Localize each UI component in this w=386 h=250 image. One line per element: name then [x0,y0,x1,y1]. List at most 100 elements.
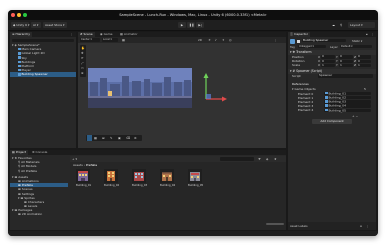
pivot-mode-label: Center [81,38,90,42]
scene-viewport[interactable]: ✋ ✥ ⟳ ⤢ ▭ ⊕ ▦ ⊞ ✎ ▣ ⌫ ⚙ [78,43,286,148]
overlay-select-icon[interactable] [87,135,92,141]
play-button[interactable]: ▶ [178,22,186,28]
scene-tools-strip: ✋ ✥ ⟳ ⤢ ▭ ⊕ [80,45,86,77]
layout-dropdown[interactable]: Layout ▾ [348,22,375,28]
add-asset-button[interactable]: + ▾ [72,157,77,161]
view-2d-label: 2D [198,38,202,42]
play-icon: ▶ [180,23,184,27]
scene-menu-icon[interactable]: ⋮ [274,38,277,42]
building-thumbnail-icon [104,169,118,183]
tab-hierarchy[interactable]: ≡ Hierarchy [10,32,32,37]
add-element-button[interactable]: + − [352,114,358,118]
account-button[interactable]: ◆ Unity 6 ▾ [11,22,30,28]
scale-z-field[interactable]: 1 [357,63,371,68]
inspector-icon: ⓘ [290,32,294,36]
gameobject-icon [18,52,21,55]
thumbnail-size-slider[interactable] [266,223,284,225]
folder-icon: ▬ [14,208,18,213]
asset-tile[interactable]: Building_04 [160,169,175,187]
pause-button[interactable]: ❚❚ [187,22,195,28]
add-component-button[interactable]: Add Component [312,119,352,124]
layer-dropdown[interactable]: Default ▾ [340,44,372,48]
overlay-grid-icon[interactable]: ▦ [94,136,97,140]
overlay-snap-icon[interactable]: ⊞ [102,136,105,140]
transform-component-header[interactable]: ▾ ✥ Transform [288,50,376,55]
favorite-icon[interactable]: ★ [274,157,277,161]
game-objects-foldout[interactable]: ▾ Game Objects 5 [292,87,372,91]
inspector-lock-icon[interactable]: 🔒︎ [366,32,368,37]
asset-tile[interactable]: Building_05 [188,169,203,187]
folder-tab-icon: ▤ [12,150,15,154]
view-2d-toggle[interactable]: 2D [198,38,206,42]
ai-menu-button[interactable]: AI ▾ [31,22,41,28]
tab-label: Game [103,32,113,36]
layer-label: Layer [330,44,338,49]
overlay-fill-icon[interactable]: ▣ [118,136,121,140]
folder-icon: ▬ [14,174,18,179]
static-label: Static [352,39,360,43]
layer-value: Default [341,44,351,48]
pivot-mode-dropdown[interactable]: Center ▾ [80,38,100,42]
tree-item-label: All Prefabs [21,168,37,173]
tab-label: Animator [123,32,138,36]
scale-y-field[interactable]: 1 [339,63,353,68]
hand-tool-icon[interactable]: ✋ [81,46,85,50]
overlay-eraser-icon[interactable]: ⌫ [126,136,130,140]
effects-icon[interactable]: ✦ [222,38,225,42]
scale-tool-icon[interactable]: ⤢ [81,61,83,65]
scene-game-preview [88,68,192,108]
overlay-brush-icon[interactable]: ✎ [110,136,113,140]
breadcrumb-assets[interactable]: Assets [73,163,83,167]
rect-tool-icon[interactable]: ▭ [81,66,84,70]
tab-console[interactable]: ≣ Console [32,150,47,155]
gameobject-icon [18,64,21,68]
asset-tile[interactable]: Building_02 [104,169,120,187]
element-label: Element 4 [298,108,314,113]
asset-tile[interactable]: Building_01 [76,169,91,187]
tag-dropdown[interactable]: Untagged ▾ [298,44,326,48]
label-icon[interactable]: ◈ [266,157,268,161]
tree-item[interactable]: ⚲ All Prefabs [10,169,68,173]
tree-item[interactable]: ▬ 2D Animation [10,212,68,216]
script-field[interactable]: Spawner [318,74,373,78]
breadcrumb: Assets › Prefabs [73,163,98,167]
filter-icon[interactable]: ⧩ [258,157,261,161]
building-thumbnail-icon [188,169,202,183]
active-checkbox[interactable] [297,39,300,43]
static-toggle[interactable]: Static ▾ [352,39,362,43]
step-button[interactable]: ▶| [196,22,204,28]
object-name-field[interactable]: Building Spawner [302,38,346,43]
hierarchy-search-input[interactable] [12,38,74,42]
move-tool-icon[interactable]: ✥ [81,51,84,55]
cloud-icon[interactable]: ☁ [330,22,336,28]
breadcrumb-prefabs[interactable]: Prefabs [86,163,97,167]
asset-tile[interactable]: Building_03 [132,169,147,187]
space-dropdown[interactable]: Local ▾ [102,38,118,42]
move-gizmo[interactable] [198,71,228,105]
hierarchy-menu-icon[interactable]: ⋮ [70,32,73,37]
asset-label: Building_02 [104,184,120,187]
asset-store-button[interactable]: Asset Store ▾ [43,22,67,28]
overlay-settings-icon[interactable]: ⚙ [134,136,137,140]
array-count: 5 [364,86,366,91]
search-icon[interactable]: ⚲ [338,22,344,28]
tab-project[interactable]: ▤ Project [10,150,29,155]
element-field[interactable]: Building_05 [324,108,371,113]
project-search-input[interactable] [220,157,254,161]
rotate-tool-icon[interactable]: ⟳ [81,56,84,60]
inspector-menu-icon[interactable]: ⋮ [371,32,374,37]
audio-icon[interactable]: ♪ [215,38,217,42]
hierarchy-item-selected[interactable]: Building Spawner [10,72,76,77]
project-content-toolbar: + ▾ ⧩ ◈ ★ [70,156,286,162]
unity-logo-icon: ◆ [13,23,16,27]
transform-tool-icon[interactable]: ⊕ [81,71,84,75]
project-panel: ▤ Project ≣ Console ▾ ★ Favorites ⚲ All … [10,150,286,230]
tag-icon[interactable]: ⌂ [360,224,362,228]
footer-menu-icon[interactable]: ⋮ [366,224,369,228]
gizmos-icon[interactable]: ◎ [229,38,232,42]
lighting-icon[interactable]: ☀ [208,38,211,42]
tab-inspector[interactable]: ⓘ Inspector [288,32,310,37]
scale-x-field[interactable]: 1 [321,63,335,68]
script-row: Script Spawner [292,74,376,78]
grid-snap-icon[interactable]: ▦ [122,38,127,42]
